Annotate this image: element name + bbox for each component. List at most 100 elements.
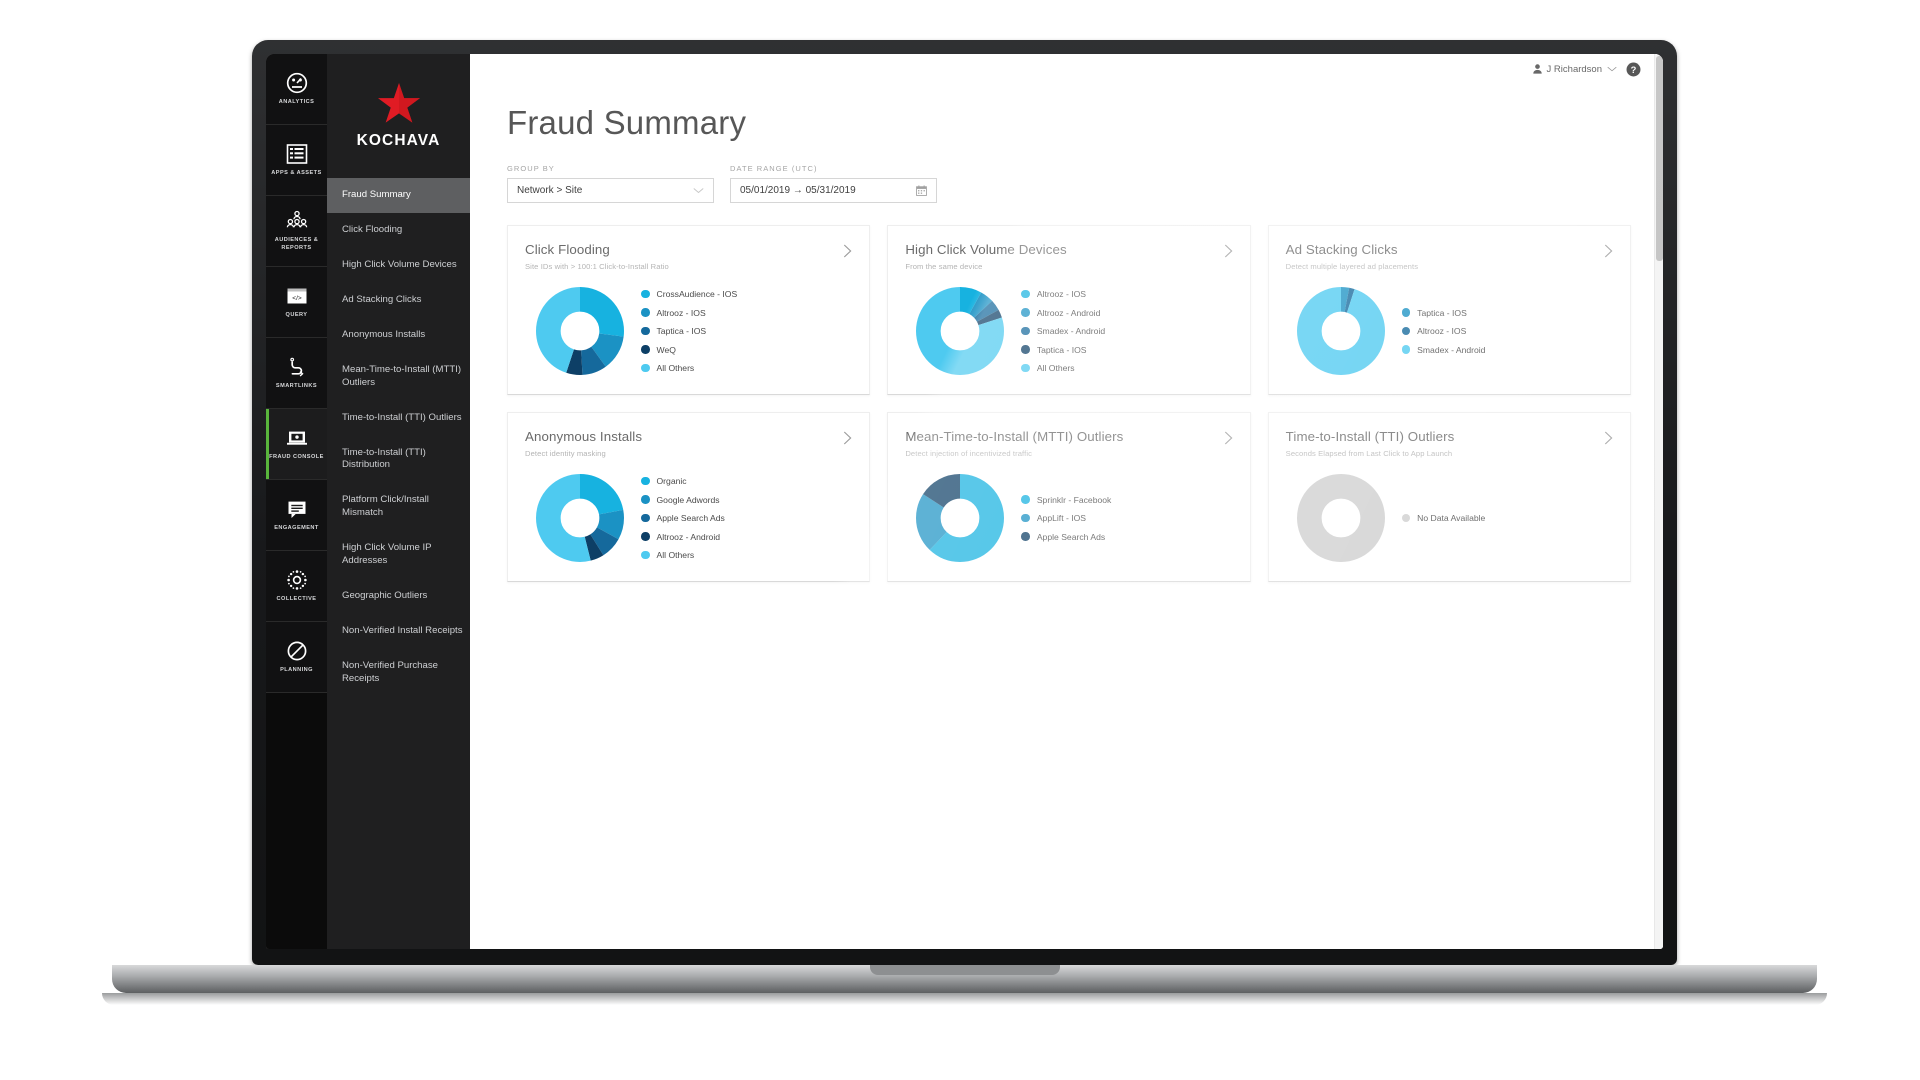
rail-item-label: Audiences & Reports <box>274 237 319 251</box>
rail-item-engagement[interactable]: Engagement <box>266 480 327 551</box>
sidebar-item-platform-click-install-mismatch[interactable]: Platform Click/Install Mismatch <box>327 483 470 531</box>
legend-item[interactable]: Altrooz - Android <box>1021 308 1232 318</box>
card-header: Click Flooding <box>525 242 852 258</box>
fraud-card-mean-time-to-install-mtti-outliers[interactable]: Mean-Time-to-Install (MTTI) Outliers Dete… <box>887 412 1251 582</box>
fraud-card-ad-stacking-clicks[interactable]: Ad Stacking Clicks Detect multiple layere… <box>1267 225 1631 395</box>
chevron-down-icon[interactable] <box>1607 66 1617 72</box>
no-entry-icon <box>286 640 308 662</box>
card-body: CrossAudience - IOS Altrooz - IOS Taptica … <box>525 277 852 385</box>
group-by-value: Network > Site <box>517 185 583 196</box>
chevron-down-icon <box>693 188 704 194</box>
rail-item-analytics[interactable]: Analytics <box>266 54 327 125</box>
legend-item[interactable]: AppLift - IOS <box>1021 513 1232 523</box>
legend-item[interactable]: All Others <box>641 363 852 373</box>
legend-item[interactable]: Google Adwords <box>641 495 852 505</box>
primary-icon-rail: Analytics Apps & Assets Audiences & Report… <box>266 54 327 949</box>
card-body: Sprinklr - Facebook AppLift - IOS Apple Se… <box>905 464 1232 572</box>
rail-item-label: Analytics <box>278 98 315 105</box>
sidebar-item-geographic-outliers[interactable]: Geographic Outliers <box>327 579 470 614</box>
legend-item[interactable]: Altrooz - IOS <box>1021 289 1232 299</box>
fraud-card-anonymous-installs[interactable]: Anonymous Installs Detect identity maskin… <box>507 412 871 582</box>
top-bar: J Richardson ? <box>470 54 1663 84</box>
legend-item[interactable]: All Others <box>1021 363 1232 373</box>
sidebar-item-time-to-install-tti-distribution[interactable]: Time-to-Install (TTI) Distribution <box>327 436 470 484</box>
legend-swatch <box>641 345 650 354</box>
card-subtitle: Detect multiple layered ad placements <box>1285 262 1419 271</box>
rail-item-apps-assets[interactable]: Apps & Assets <box>266 125 327 196</box>
sidebar-item-click-flooding[interactable]: Click Flooding <box>327 213 470 248</box>
chevron-right-icon[interactable] <box>1604 244 1613 258</box>
legend-item[interactable]: Smadex - Android <box>1021 326 1232 336</box>
sidebar-item-non-verified-install-receipts[interactable]: Non-Verified Install Receipts <box>327 614 470 649</box>
svg-text:?: ? <box>1631 64 1637 74</box>
donut-wrapper <box>1286 287 1396 375</box>
sidebar-item-high-click-volume-ip-addresses[interactable]: High Click Volume IP Addresses <box>327 531 470 579</box>
legend-item[interactable]: WeQ <box>641 345 852 355</box>
sidebar-item-fraud-summary[interactable]: Fraud Summary <box>327 178 470 213</box>
chevron-right-icon[interactable] <box>1224 431 1233 445</box>
date-range-input[interactable]: 05/01/2019 → 05/31/2019 <box>730 178 937 203</box>
legend-item[interactable]: Sprinklr - Facebook <box>1021 495 1232 505</box>
legend-item[interactable]: Apple Search Ads <box>1021 532 1232 542</box>
legend-label: Google Adwords <box>656 494 720 505</box>
help-question-icon[interactable]: ? <box>1626 62 1641 77</box>
chevron-right-icon[interactable] <box>843 431 852 445</box>
legend-item[interactable]: Apple Search Ads <box>641 513 852 523</box>
rail-item-smartlinks[interactable]: SmartLinks <box>266 338 327 409</box>
chevron-right-icon[interactable] <box>1604 431 1613 445</box>
legend-item[interactable]: Altrooz - IOS <box>641 308 852 318</box>
rail-item-fraud-console[interactable]: Fraud Console <box>266 409 327 480</box>
sidebar-item-time-to-install-tti-outliers[interactable]: Time-to-Install (TTI) Outliers <box>327 401 470 436</box>
rail-item-planning[interactable]: Planning <box>266 622 327 693</box>
legend-item[interactable]: All Others <box>641 550 852 560</box>
legend-item[interactable]: No Data Available <box>1401 513 1613 523</box>
sidebar-item-label: Geographic Outliers <box>342 590 428 602</box>
legend-item[interactable]: Altrooz - Android <box>641 532 852 542</box>
legend-item[interactable]: Smadex - Android <box>1401 345 1613 355</box>
rail-item-audiences-reports[interactable]: Audiences & Reports <box>266 196 327 267</box>
fraud-card-click-flooding[interactable]: Click Flooding Site IDs with > 100:1 Clic… <box>507 225 871 395</box>
sidebar-item-mean-time-to-install-mtti-outliers[interactable]: Mean-Time-to-Install (MTTI) Outliers <box>327 353 470 401</box>
chevron-right-icon[interactable] <box>843 244 852 258</box>
code-window-icon: </> <box>286 285 308 307</box>
legend-item[interactable]: CrossAudience - IOS <box>641 289 852 299</box>
user-menu[interactable]: J Richardson <box>1532 64 1617 75</box>
calendar-icon[interactable] <box>916 185 927 196</box>
chevron-right-icon[interactable] <box>1224 244 1233 258</box>
legend-label: Altrooz - IOS <box>1036 289 1087 299</box>
legend-item[interactable]: Organic <box>641 476 852 486</box>
legend-label: Altrooz - IOS <box>656 307 706 318</box>
legend-item[interactable]: Taptica - IOS <box>1401 308 1613 318</box>
card-title: Click Flooding <box>525 242 610 257</box>
legend-swatch <box>641 532 650 541</box>
fraud-cards-grid: Click Flooding Site IDs with > 100:1 Clic… <box>507 225 1631 582</box>
page-title: Fraud Summary <box>507 104 747 141</box>
rail-item-label: Engagement <box>274 524 319 531</box>
legend-swatch <box>641 326 650 336</box>
vertical-scrollbar[interactable] <box>1654 54 1663 949</box>
rail-item-label: SmartLinks <box>275 382 318 389</box>
legend-item[interactable]: Taptica - IOS <box>641 326 852 336</box>
legend-item[interactable]: Altrooz - IOS <box>1401 326 1613 336</box>
group-by-select[interactable]: Network > Site <box>507 178 714 203</box>
legend-item[interactable]: Taptica - IOS <box>1021 345 1232 355</box>
date-range-value: 05/01/2019 → 05/31/2019 <box>740 185 856 196</box>
fraud-card-high-click-volume-devices[interactable]: High Click Volume Devices From the same d… <box>887 225 1251 395</box>
scrollbar-thumb[interactable] <box>1656 56 1663 261</box>
laptop-base-shadow <box>102 993 1827 1005</box>
card-subtitle: Detect injection of incentivized traffic <box>905 449 1033 458</box>
sidebar-item-non-verified-purchase-receipts[interactable]: Non-Verified Purchase Receipts <box>327 649 470 697</box>
donut-chart <box>916 287 1005 375</box>
rail-item-collective[interactable]: Collective <box>266 551 327 622</box>
legend-label: Apple Search Ads <box>1036 531 1106 542</box>
sidebar-item-ad-stacking-clicks[interactable]: Ad Stacking Clicks <box>327 283 470 318</box>
group-by-filter: Group By Network > Site <box>507 164 714 203</box>
rail-item-query[interactable]: </> Query <box>266 267 327 338</box>
sidebar-item-label: High Click Volume Devices <box>342 258 457 270</box>
fraud-card-time-to-install-tti-outliers[interactable]: Time-to-Install (TTI) Outliers Seconds El… <box>1267 412 1631 582</box>
sidebar-item-high-click-volume-devices[interactable]: High Click Volume Devices <box>327 248 470 283</box>
scene: Analytics Apps & Assets Audiences & Report… <box>0 0 1920 1080</box>
rail-item-label: Fraud Console <box>269 453 324 460</box>
legend-label: Altrooz - IOS <box>1417 326 1467 336</box>
sidebar-item-anonymous-installs[interactable]: Anonymous Installs <box>327 318 470 353</box>
